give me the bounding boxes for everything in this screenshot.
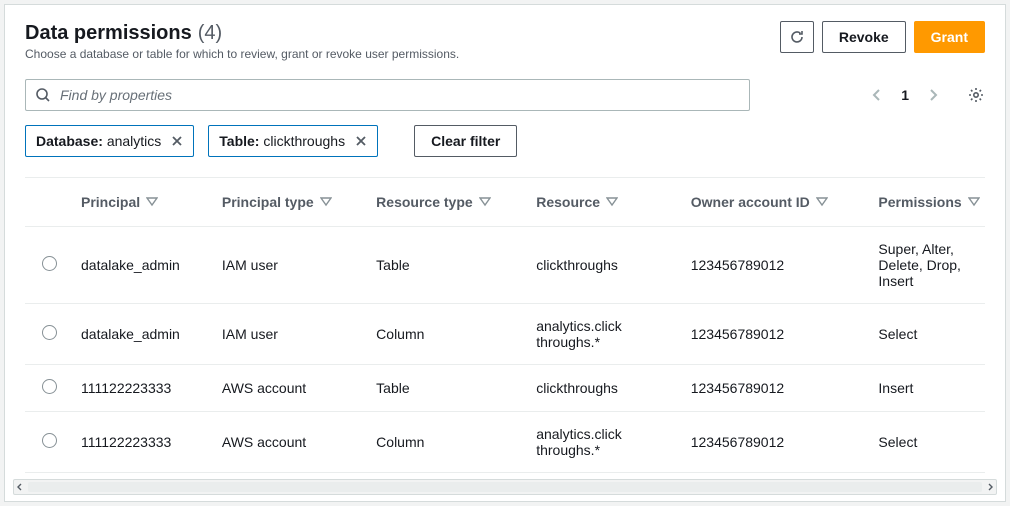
column-header[interactable]: Permissions <box>870 178 985 227</box>
revoke-button[interactable]: Revoke <box>822 21 906 53</box>
close-icon[interactable] <box>171 135 183 147</box>
chip-value: clickthroughs <box>263 133 345 149</box>
filter-bar: Database: analytics Table: clickthroughs… <box>25 125 985 157</box>
prev-page-icon[interactable] <box>871 88 883 102</box>
cell-resource-type: Table <box>368 365 528 412</box>
panel: Data permissions (4) Choose a database o… <box>4 4 1006 502</box>
cell-permissions: Select <box>870 412 985 473</box>
header: Data permissions (4) Choose a database o… <box>25 21 985 61</box>
filter-dropdown-icon[interactable] <box>146 197 158 207</box>
scrollbar-track[interactable] <box>28 482 982 492</box>
clear-filter-button[interactable]: Clear filter <box>414 125 517 157</box>
refresh-icon <box>789 29 805 45</box>
cell-owner: 123456789012 <box>683 304 871 365</box>
search-input[interactable] <box>25 79 750 111</box>
cell-principal-type: AWS account <box>214 365 368 412</box>
chip-key: Table: <box>219 133 259 149</box>
cell-resource-type: Column <box>368 412 528 473</box>
cell-principal-type: IAM user <box>214 227 368 304</box>
row-select-radio[interactable] <box>42 379 57 394</box>
search-icon <box>35 87 51 103</box>
cell-resource: analytics.clickthroughs.* <box>528 304 683 365</box>
cell-owner: 123456789012 <box>683 227 871 304</box>
cell-resource-type: Column <box>368 304 528 365</box>
column-header[interactable]: Principal <box>73 178 214 227</box>
filter-dropdown-icon[interactable] <box>816 197 828 207</box>
column-header[interactable]: Resource <box>528 178 683 227</box>
settings-button[interactable] <box>967 86 985 104</box>
cell-principal-type: IAM user <box>214 304 368 365</box>
title-text: Data permissions <box>25 21 192 45</box>
cell-principal: datalake_admin <box>73 304 214 365</box>
next-page-icon[interactable] <box>927 88 939 102</box>
filter-dropdown-icon[interactable] <box>606 197 618 207</box>
table-row: datalake_adminIAM userColumnanalytics.cl… <box>25 304 985 365</box>
item-count: (4) <box>198 21 222 45</box>
cell-resource: clickthroughs <box>528 365 683 412</box>
filter-chip-database[interactable]: Database: analytics <box>25 125 194 157</box>
permissions-table: Principal Principal type Resource type R… <box>25 178 985 473</box>
cell-permissions: Insert <box>870 365 985 412</box>
cell-principal-type: AWS account <box>214 412 368 473</box>
table-scroll[interactable]: Principal Principal type Resource type R… <box>25 177 985 473</box>
filter-chip-table[interactable]: Table: clickthroughs <box>208 125 378 157</box>
close-icon[interactable] <box>355 135 367 147</box>
table-row: 111122223333AWS accountTableclickthrough… <box>25 365 985 412</box>
cell-resource: clickthroughs <box>528 227 683 304</box>
cell-permissions: Select <box>870 304 985 365</box>
scroll-right-icon[interactable] <box>986 483 994 491</box>
column-header[interactable]: Owner account ID <box>683 178 871 227</box>
pagination: 1 <box>871 86 985 104</box>
filter-dropdown-icon[interactable] <box>968 197 980 207</box>
row-select-radio[interactable] <box>42 256 57 271</box>
column-header[interactable]: Resource type <box>368 178 528 227</box>
filter-dropdown-icon[interactable] <box>320 197 332 207</box>
row-select-radio[interactable] <box>42 433 57 448</box>
cell-permissions: Super, Alter, Delete, Drop, Insert <box>870 227 985 304</box>
refresh-button[interactable] <box>780 21 814 53</box>
page-number: 1 <box>901 87 909 103</box>
table-row: datalake_adminIAM userTableclickthroughs… <box>25 227 985 304</box>
cell-principal: datalake_admin <box>73 227 214 304</box>
search-field <box>25 79 750 111</box>
scroll-left-icon[interactable] <box>16 483 24 491</box>
row-select-radio[interactable] <box>42 325 57 340</box>
chip-key: Database: <box>36 133 103 149</box>
cell-owner: 123456789012 <box>683 365 871 412</box>
cell-principal: 111122223333 <box>73 412 214 473</box>
chip-value: analytics <box>107 133 161 149</box>
page-title: Data permissions (4) <box>25 21 222 45</box>
page-subtitle: Choose a database or table for which to … <box>25 47 459 61</box>
filter-dropdown-icon[interactable] <box>479 197 491 207</box>
column-header[interactable]: Principal type <box>214 178 368 227</box>
cell-principal: 111122223333 <box>73 365 214 412</box>
cell-owner: 123456789012 <box>683 412 871 473</box>
cell-resource-type: Table <box>368 227 528 304</box>
table-row: 111122223333AWS accountColumnanalytics.c… <box>25 412 985 473</box>
cell-resource: analytics.clickthroughs.* <box>528 412 683 473</box>
grant-button[interactable]: Grant <box>914 21 985 53</box>
column-select <box>25 178 73 227</box>
horizontal-scrollbar[interactable] <box>13 479 997 495</box>
